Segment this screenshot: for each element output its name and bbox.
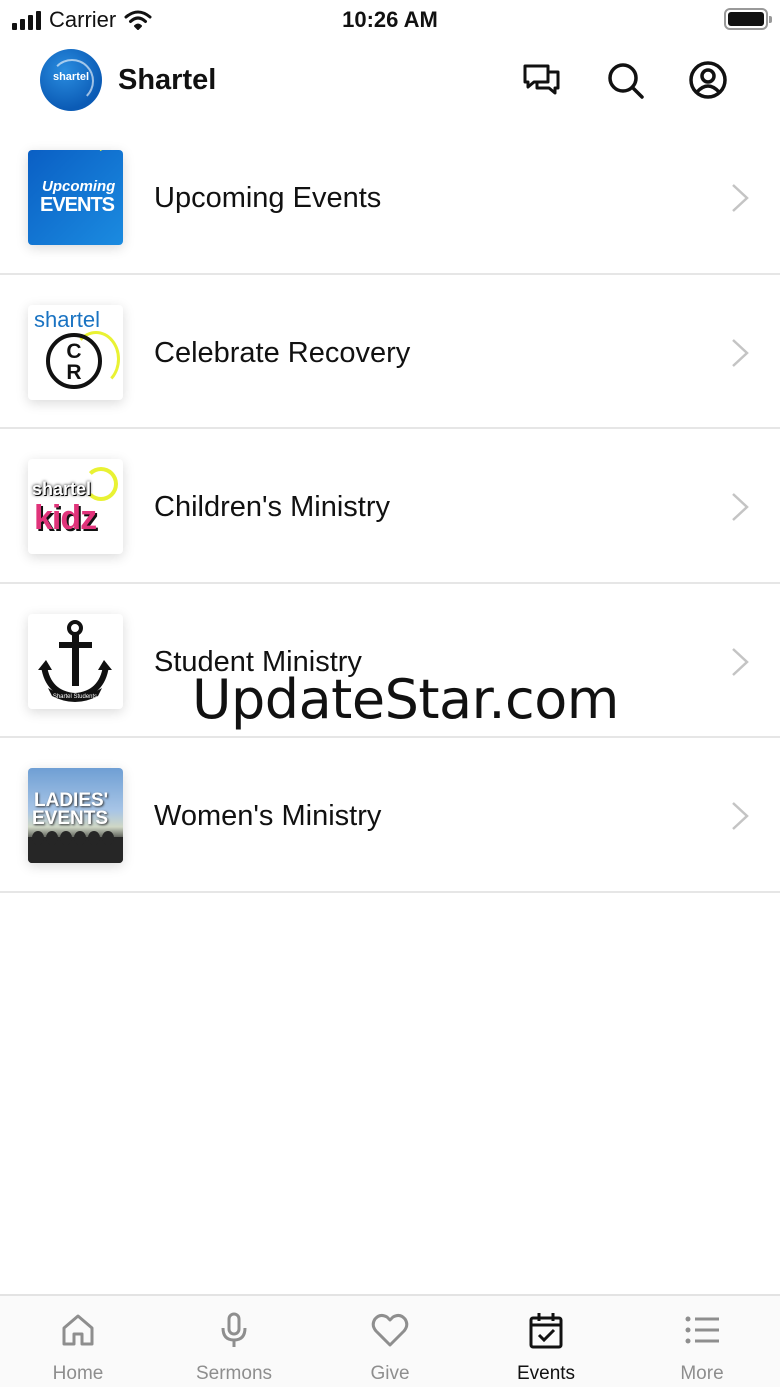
list-item-label: Women's Ministry [154, 800, 382, 833]
student-ministry-thumbnail: Shartel Students [28, 613, 123, 709]
profile-icon[interactable] [686, 58, 730, 102]
thumb-text: Shartel Students [53, 694, 97, 700]
list-item-label: Upcoming Events [154, 182, 382, 214]
chevron-right-icon [732, 647, 749, 676]
calendar-check-icon [529, 1313, 563, 1349]
tab-sermons[interactable]: Sermons [156, 1296, 312, 1387]
tab-give[interactable]: Give [312, 1296, 468, 1387]
celebrate-recovery-thumbnail: shartel C R [28, 304, 123, 400]
app-header: shartel Shartel [0, 44, 780, 116]
thumb-text: R [66, 360, 82, 384]
womens-ministry-thumbnail: LADIES' EVENTS [28, 768, 123, 864]
thumb-text: EVENTS [32, 808, 109, 830]
tab-more[interactable]: More [624, 1296, 780, 1387]
list-item-womens-ministry[interactable]: LADIES' EVENTS Women's Ministry [0, 738, 780, 893]
upcoming-events-thumbnail: Upcoming EVENTS [28, 150, 123, 245]
status-bar: Carrier 10:26 AM [0, 0, 780, 40]
tab-events[interactable]: Events [468, 1296, 624, 1387]
chevron-right-icon [732, 338, 749, 367]
anchor-icon: Shartel Students [38, 619, 112, 702]
tab-label: Events [516, 1363, 576, 1384]
home-icon [62, 1314, 94, 1346]
list-item-childrens-ministry[interactable]: shartel kidz Children's Ministry [0, 429, 780, 584]
list-item-label: Celebrate Recovery [154, 336, 411, 369]
heart-icon [371, 1313, 409, 1347]
microphone-icon [221, 1312, 247, 1347]
thumb-text: shartel [34, 306, 101, 332]
chevron-right-icon [732, 493, 749, 522]
event-list: Upcoming EVENTS Upcoming Events shartel … [0, 120, 780, 893]
thumb-text: shartel [32, 479, 92, 500]
tab-label: Home [52, 1363, 104, 1384]
thumb-text: EVENTS [40, 194, 115, 216]
tab-bar: Home Sermons Give Events More [0, 1294, 780, 1387]
tab-home[interactable]: Home [0, 1296, 156, 1387]
search-icon[interactable] [603, 58, 647, 102]
list-item-upcoming-events[interactable]: Upcoming EVENTS Upcoming Events [0, 120, 780, 275]
childrens-ministry-thumbnail: shartel kidz [28, 459, 123, 555]
list-icon [685, 1316, 719, 1344]
tab-label: Sermons [195, 1363, 273, 1384]
church-logo[interactable]: shartel [40, 49, 102, 111]
thumb-text: kidz [34, 499, 97, 538]
list-item-label: Children's Ministry [154, 491, 390, 524]
tab-label: Give [370, 1363, 410, 1384]
thumb-text: Upcoming [42, 178, 116, 195]
logo-text: shartel [52, 71, 90, 83]
watermark: UpdateStar.com [192, 668, 619, 731]
chevron-right-icon [732, 184, 749, 212]
app-title: Shartel [118, 64, 217, 96]
chat-icon[interactable] [520, 58, 564, 102]
tab-label: More [680, 1363, 724, 1384]
chevron-right-icon [732, 802, 749, 831]
status-time: 10:26 AM [342, 7, 438, 32]
battery-icon [724, 8, 772, 30]
list-item-celebrate-recovery[interactable]: shartel C R Celebrate Recovery [0, 275, 780, 430]
thumb-text: C [66, 339, 82, 363]
